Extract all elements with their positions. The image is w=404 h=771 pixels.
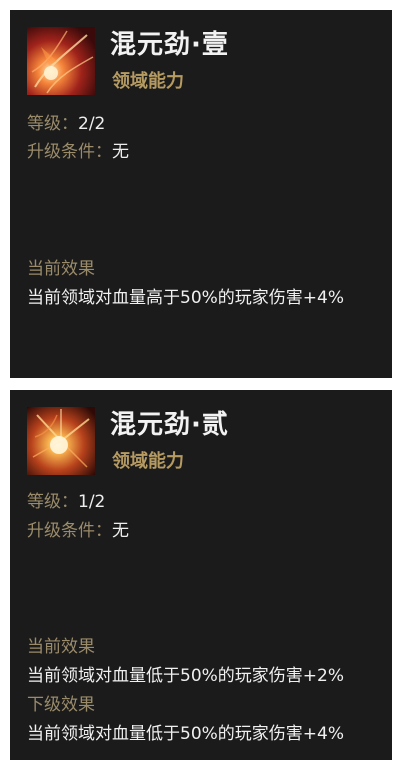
skill-title: 混元劲·壹: [110, 30, 229, 60]
level-value: 1/2: [78, 492, 106, 512]
skill-card-2: 混元劲·贰 领域能力 等级：1/2 升级条件：无 当前效果 当前领域对血量低于5…: [10, 390, 392, 760]
upgrade-label: 升级条件：: [27, 142, 112, 162]
upgrade-value: 无: [112, 142, 129, 162]
current-effect-title: 当前效果: [27, 637, 95, 657]
fiery-swirl-skill-icon: [27, 27, 95, 95]
upgrade-row: 升级条件：无: [27, 516, 129, 541]
upgrade-label: 升级条件：: [27, 521, 112, 541]
next-effect-title: 下级效果: [27, 695, 95, 715]
current-effect-text: 当前领域对血量低于50%的玩家伤害+2%: [27, 666, 344, 686]
level-row: 等级：2/2: [27, 109, 105, 134]
upgrade-value: 无: [112, 521, 129, 541]
upgrade-row: 升级条件：无: [27, 137, 129, 162]
level-label: 等级：: [27, 492, 78, 512]
level-label: 等级：: [27, 114, 78, 134]
skill-type: 领域能力: [112, 451, 184, 472]
next-effect-text: 当前领域对血量低于50%的玩家伤害+4%: [27, 724, 344, 744]
skill-card-1: 混元劲·壹 领域能力 等级：2/2 升级条件：无 当前效果 当前领域对血量高于5…: [10, 10, 392, 378]
skill-title: 混元劲·贰: [110, 410, 229, 440]
current-effect-title: 当前效果: [27, 259, 95, 279]
current-effect-text: 当前领域对血量高于50%的玩家伤害+4%: [27, 288, 344, 308]
skill-type: 领域能力: [112, 71, 184, 92]
fiery-burst-skill-icon: [27, 407, 95, 475]
level-value: 2/2: [78, 114, 106, 134]
level-row: 等级：1/2: [27, 487, 105, 512]
